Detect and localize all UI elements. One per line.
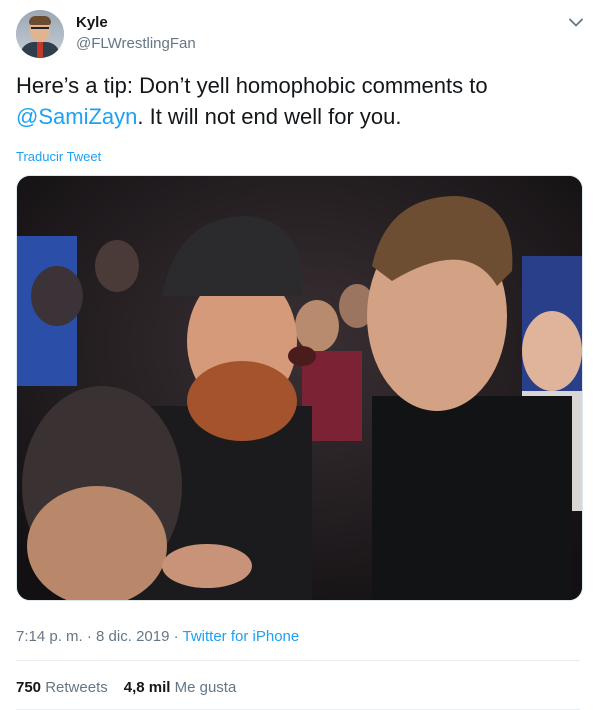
tweet-source-link[interactable]: Twitter for iPhone bbox=[183, 628, 300, 645]
author-name[interactable]: Kyle bbox=[76, 14, 108, 31]
tweet-text-part: Here’s a tip: Don’t yell homophobic comm… bbox=[16, 73, 488, 98]
tweet-photo[interactable] bbox=[16, 175, 583, 601]
retweets-stat[interactable]: 750 Retweets bbox=[16, 679, 108, 696]
tweet-time[interactable]: 7:14 p. m. bbox=[16, 628, 83, 645]
tweet-text-part: . It will not end well for you. bbox=[137, 104, 402, 129]
tweet-meta: 7:14 p. m. · 8 dic. 2019 · Twitter for i… bbox=[16, 628, 299, 645]
divider bbox=[16, 660, 580, 661]
retweets-count: 750 bbox=[16, 679, 42, 696]
author-handle[interactable]: @FLWrestlingFan bbox=[76, 35, 196, 52]
retweets-label: Retweets bbox=[45, 679, 108, 696]
avatar[interactable] bbox=[16, 10, 64, 58]
likes-count: 4,8 mil bbox=[123, 679, 171, 696]
chevron-down-icon[interactable] bbox=[566, 12, 586, 32]
translate-tweet-link[interactable]: Traducir Tweet bbox=[16, 149, 101, 164]
mention-link[interactable]: @SamiZayn bbox=[16, 104, 137, 129]
meta-separator: · bbox=[169, 628, 183, 645]
meta-separator: · bbox=[82, 628, 97, 645]
likes-stat[interactable]: 4,8 mil Me gusta bbox=[124, 679, 237, 696]
tweet-card: Kyle @FLWrestlingFan Here’s a tip: Don’t… bbox=[0, 0, 596, 710]
tweet-stats: 750 Retweets 4,8 mil Me gusta bbox=[16, 679, 236, 696]
tweet-text: Here’s a tip: Don’t yell homophobic comm… bbox=[16, 70, 576, 132]
likes-label: Me gusta bbox=[174, 679, 237, 696]
tweet-date[interactable]: 8 dic. 2019 bbox=[96, 628, 169, 645]
